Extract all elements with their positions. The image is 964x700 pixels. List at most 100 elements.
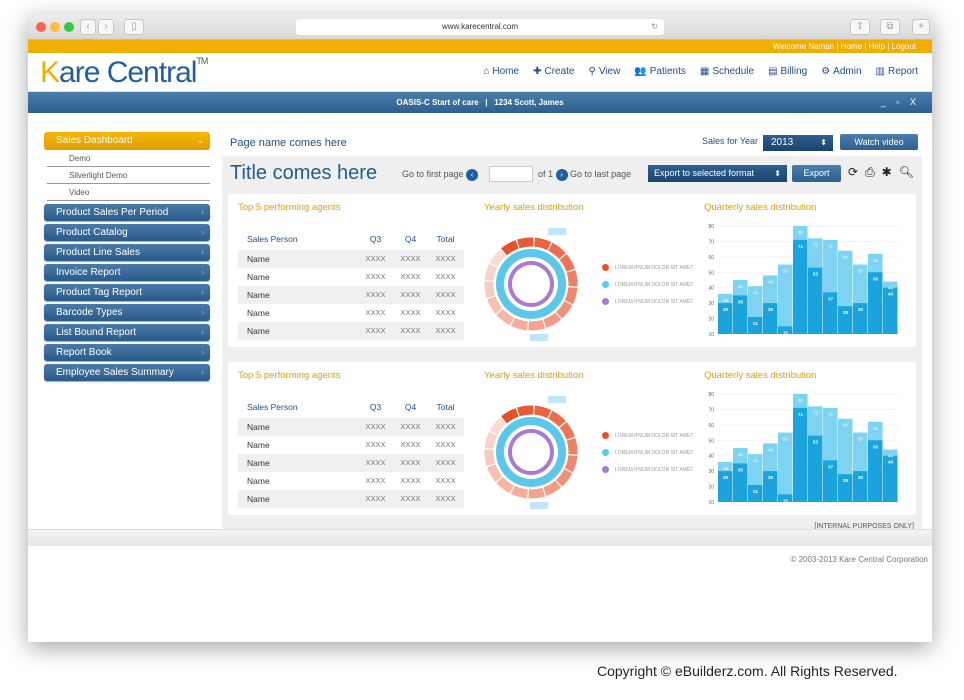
donut-segment (548, 242, 566, 260)
sidebar: Sales Dashboard ⌄ Demo Silverlight Demo Vid… (44, 132, 210, 381)
agents-title: Top 5 performing agents (238, 370, 341, 381)
new-tab-button[interactable]: + (912, 19, 930, 35)
sidebar-toggle-icon[interactable]: ▯ (124, 19, 144, 35)
reload-icon[interactable]: ↻ (651, 19, 658, 35)
donut-segment (516, 237, 534, 249)
nav-patients[interactable]: 👥 Patients (634, 66, 686, 77)
back-button[interactable]: ‹ (80, 19, 96, 35)
table-cell: Name (247, 440, 270, 450)
first-page-icon[interactable]: ‹ (466, 168, 479, 181)
table-cell: XXXX (365, 290, 386, 299)
sidebar-subitem[interactable]: Silverlight Demo (47, 167, 210, 184)
table-cell: Name (247, 290, 270, 300)
table-row[interactable]: Name XXXX XXXX XXXX (238, 286, 464, 304)
page-count: of 1 (538, 169, 554, 179)
nav-label: Home (492, 66, 520, 77)
bar-value-label: 40 (888, 460, 894, 465)
export-format-select[interactable]: Export to selected format ⬍ (648, 165, 787, 182)
sidebar-item[interactable]: Invoice Report › (44, 264, 210, 281)
zoom-icon[interactable]: 🔍︎ (899, 165, 914, 180)
page-number-input[interactable] (489, 166, 533, 182)
sidebar-item[interactable]: Product Catalog › (44, 224, 210, 241)
y-tick-label: 20 (708, 485, 714, 491)
table-row[interactable]: Name XXXX XXXX XXXX (238, 490, 464, 508)
table-row[interactable]: Name XXXX XXXX XXXX (238, 250, 464, 268)
tabs-icon[interactable]: ⧉ (880, 19, 900, 35)
y-tick-label: 40 (708, 454, 714, 460)
plus-icon: ✚ (533, 66, 542, 77)
watch-video-button[interactable]: Watch video (840, 134, 918, 150)
nav-report[interactable]: ▥ Report (876, 66, 918, 77)
window-controls[interactable]: _ ▫ X (881, 92, 920, 113)
legend-swatch (602, 264, 609, 271)
bar-value-label: 50 (873, 444, 879, 449)
bar-value-label: 15 (783, 498, 789, 503)
table-row[interactable]: Name XXXX XXXX XXXX (238, 472, 464, 490)
table-cell: Name (247, 326, 270, 336)
table-cell: XXXX (365, 308, 386, 317)
table-row[interactable]: Name XXXX XXXX XXXX (238, 268, 464, 286)
sidebar-item[interactable]: Product Line Sales › (44, 244, 210, 261)
sidebar-item[interactable]: Employee Sales Summary › (44, 364, 210, 381)
table-cell: XXXX (435, 272, 456, 281)
legend-swatch (602, 281, 609, 288)
table-cell: XXXX (400, 422, 421, 431)
table-cell: Name (247, 422, 270, 432)
donut-segment (484, 449, 496, 467)
last-page-icon[interactable]: › (555, 168, 568, 181)
share-icon[interactable]: ⇪ (850, 19, 870, 35)
table-row[interactable]: Name XXXX XXXX XXXX (238, 418, 464, 436)
settings-icon[interactable]: ✱ (882, 165, 892, 180)
legend-swatch (602, 298, 609, 305)
table-row[interactable]: Name XXXX XXXX XXXX (238, 322, 464, 340)
print-icon[interactable]: ⎙ (865, 165, 875, 180)
url-bar[interactable]: www.karecentral.com ↻ (296, 19, 664, 35)
year-select[interactable]: 2013 ⬍ (763, 135, 833, 151)
nav-admin[interactable]: ⚙ Admin (821, 66, 861, 77)
nav-home[interactable]: ⌂ Home (483, 66, 519, 77)
sidebar-item[interactable]: Barcode Types › (44, 304, 210, 321)
sidebar-item[interactable]: Report Book › (44, 344, 210, 361)
sidebar-item-label: Invoice Report (56, 267, 121, 278)
table-row[interactable]: Name XXXX XXXX XXXX (238, 454, 464, 472)
table-row[interactable]: Name XXXX XXXX XXXX (238, 304, 464, 322)
donut-ring (508, 261, 554, 307)
nav-schedule[interactable]: ▦ Schedule (700, 66, 754, 77)
sidebar-item[interactable]: Product Sales Per Period › (44, 204, 210, 221)
minimize-window-button[interactable] (50, 22, 60, 32)
sidebar-item-sales-dashboard[interactable]: Sales Dashboard ⌄ (44, 132, 210, 150)
donut-segment (559, 422, 575, 440)
bar-value-label: 37 (828, 464, 834, 469)
y-tick-label: 20 (708, 317, 714, 323)
export-button[interactable]: Export (792, 165, 841, 182)
logo[interactable]: Kare CentralTM (40, 56, 208, 90)
help-link[interactable]: Help (869, 42, 885, 51)
maximize-window-button[interactable] (64, 22, 74, 32)
legend-label: LOREM IPSUM DOLOR SIT AMET (615, 264, 694, 271)
bar-value-label: 30 (768, 475, 774, 480)
sidebar-subitem[interactable]: Video (47, 184, 210, 201)
forward-button[interactable]: › (98, 19, 114, 35)
table-row[interactable]: Name XXXX XXXX XXXX (238, 436, 464, 454)
context-title: OASIS-C Start of care | 1234 Scott, Jame… (396, 98, 564, 107)
table-header: Sales Person Q3 Q4 Total (238, 398, 464, 418)
bar-total-label: 44 (888, 454, 894, 459)
nav-create[interactable]: ✚ Create (533, 66, 574, 77)
nav-view[interactable]: ⚲ View (588, 66, 620, 77)
refresh-icon[interactable]: ⟳ (848, 165, 858, 180)
table-cell: XXXX (400, 326, 421, 335)
sidebar-item[interactable]: List Bound Report › (44, 324, 210, 341)
donut-segment (555, 469, 573, 487)
sidebar-item-label: Product Tag Report (56, 287, 142, 298)
table-cell: XXXX (400, 290, 421, 299)
bar-value-label: 53 (813, 440, 819, 445)
table-cell: XXXX (365, 254, 386, 263)
logout-link[interactable]: Logout (892, 42, 916, 51)
home-link[interactable]: Home (841, 42, 862, 51)
y-tick-label: 50 (708, 438, 714, 444)
close-window-button[interactable] (36, 22, 46, 32)
sidebar-item[interactable]: Product Tag Report › (44, 284, 210, 301)
sidebar-subitem[interactable]: Demo (47, 150, 210, 167)
y-tick-label: 70 (708, 239, 714, 245)
nav-billing[interactable]: ▤ Billing (768, 66, 807, 77)
